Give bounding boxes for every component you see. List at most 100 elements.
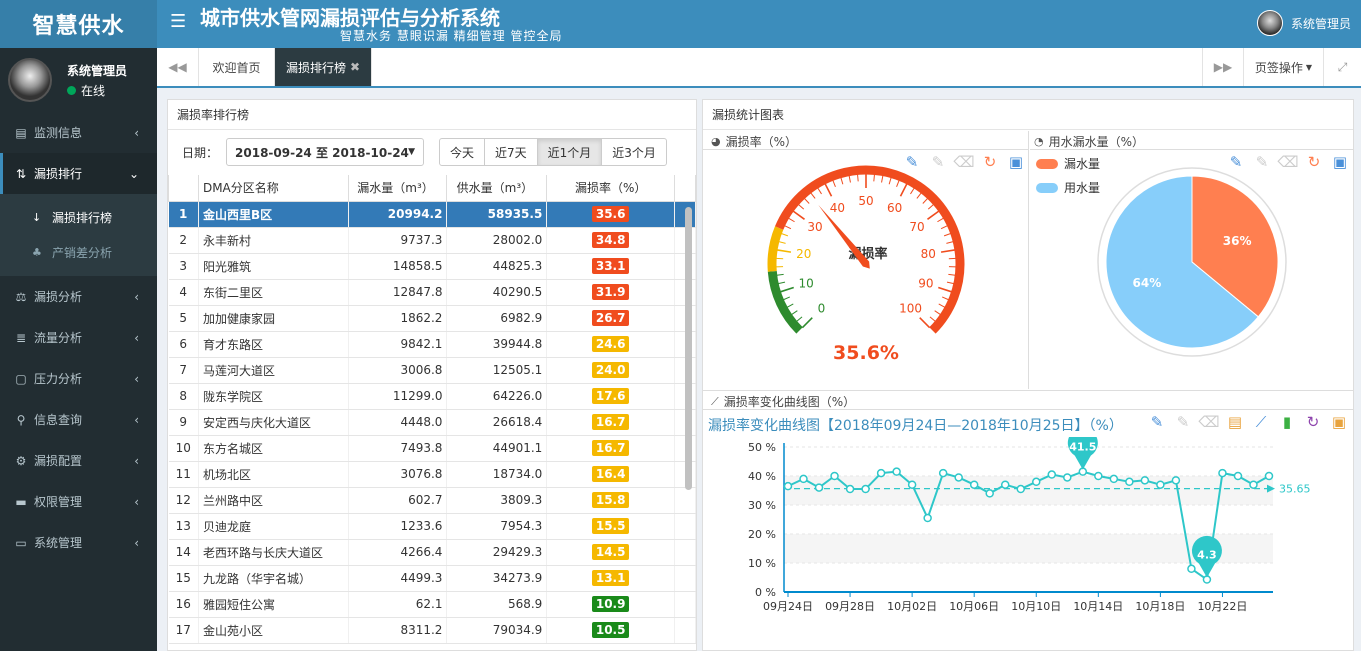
header-user-menu[interactable]: 系统管理员	[1256, 10, 1351, 36]
leak-rate-badge: 16.7	[591, 414, 630, 430]
app-logo[interactable]: 智慧供水	[0, 0, 157, 48]
row-leak-volume: 4448.0	[348, 409, 448, 436]
data-view-icon[interactable]: ▤	[1222, 413, 1248, 431]
x-tick-label: 10月22日	[1197, 600, 1247, 613]
leak-rate-badge: 10.9	[591, 596, 630, 612]
today-button[interactable]: 今天	[439, 138, 486, 166]
mark-undo-icon[interactable]: ✎	[1170, 413, 1196, 431]
table-row[interactable]: 16 雅园短住公寓 62.1 568.9 10.9	[168, 591, 696, 618]
ranking-panel-title: 漏损率排行榜	[168, 100, 696, 130]
date-range-select[interactable]: 2018-09-24 至 2018-10-24 ▼	[226, 138, 425, 166]
row-dma-name: 加加健康家园	[198, 305, 349, 332]
table-row[interactable]: 7 马莲河大道区 3006.8 12505.1 24.0	[168, 357, 696, 384]
sidebar-item-leak-config[interactable]: ⚙ 漏损配置 ‹	[0, 440, 157, 481]
table-row[interactable]: 11 机场北区 3076.8 18734.0 16.4	[168, 461, 696, 488]
menu-icon[interactable]: ☰	[170, 11, 186, 32]
leak-rate-badge: 14.5	[591, 544, 630, 560]
row-leak-volume: 11299.0	[348, 383, 448, 410]
col-leak-rate[interactable]: 漏损率（%）	[546, 175, 676, 202]
sidebar-item-info-query[interactable]: ⚲ 信息查询 ‹	[0, 399, 157, 440]
sidebar-subitem-sales-diff[interactable]: ♣ 产销差分析	[0, 235, 157, 270]
tab-scroll-right-button[interactable]: ▶▶	[1202, 48, 1244, 86]
sidebar-item-permission[interactable]: ▬ 权限管理 ‹	[0, 481, 157, 522]
table-row[interactable]: 2 永丰新村 9737.3 28002.0 34.8	[168, 227, 696, 254]
row-supply-volume: 29429.3	[446, 539, 548, 566]
tab-home[interactable]: 欢迎首页	[199, 48, 275, 86]
data-point	[1218, 468, 1227, 478]
gauge-tick	[873, 174, 875, 182]
row-index: 1	[168, 201, 199, 228]
keyboard-icon: ▬	[15, 494, 27, 509]
row-dma-name: 九龙路（华宇名城）	[198, 565, 349, 592]
mark-clear-icon[interactable]: ⌫	[1196, 413, 1222, 431]
tab-leak-rank[interactable]: 漏损排行榜 ✖	[275, 48, 372, 86]
table-row[interactable]: 5 加加健康家园 1862.2 6982.9 26.7	[168, 305, 696, 332]
quick-range-group: 今天 近7天 近1个月 近3个月	[439, 138, 667, 166]
row-index: 15	[168, 565, 199, 592]
row-leak-volume: 20994.2	[348, 201, 448, 228]
restore-icon[interactable]: ↻	[1300, 413, 1326, 431]
col-leak-volume[interactable]: 漏水量（m³）	[347, 175, 448, 202]
gauge-tick	[899, 183, 908, 197]
table-row[interactable]: 3 阳光雅筑 14858.5 44825.3 33.1	[168, 253, 696, 280]
fullscreen-button[interactable]: ⤢	[1324, 48, 1361, 86]
table-row[interactable]: 1 金山西里B区 20994.2 58935.5 35.6	[168, 201, 696, 228]
row-supply-volume: 12505.1	[446, 357, 548, 384]
row-dma-name: 育才东路区	[198, 331, 349, 358]
sidebar-subitem-rank-list[interactable]: ↓ 漏损排行榜	[0, 200, 157, 235]
table-row[interactable]: 13 贝迪龙庭 1233.6 7954.3 15.5	[168, 513, 696, 540]
doc-icon: ▢	[15, 371, 27, 386]
line-switch-icon[interactable]: ⟋	[1248, 413, 1274, 431]
sidebar-item-monitor[interactable]: ▤ 监测信息 ‹	[0, 112, 157, 153]
save-image-icon[interactable]: ▣	[1326, 413, 1352, 431]
tab-ops-dropdown[interactable]: 页签操作 ▼	[1244, 48, 1324, 86]
data-point	[1063, 473, 1072, 482]
row-supply-volume: 28002.0	[446, 227, 548, 254]
row-dma-name: 金山苑小区	[198, 617, 349, 644]
sidebar-subitem-label: 产销差分析	[52, 246, 113, 260]
row-index: 9	[168, 409, 199, 436]
last-month-button[interactable]: 近1个月	[536, 138, 603, 166]
row-index: 16	[168, 591, 199, 618]
row-leak-rate: 35.6	[546, 201, 676, 228]
gauge-tick	[776, 249, 792, 253]
sidebar-item-pressure-analysis[interactable]: ▢ 压力分析 ‹	[0, 358, 157, 399]
table-row[interactable]: 9 安定西与庆化大道区 4448.0 26618.4 16.7	[168, 409, 696, 436]
mark-pen-icon[interactable]: ✎	[1144, 413, 1170, 431]
sidebar-item-leak-analysis[interactable]: ⚖ 漏损分析 ‹	[0, 276, 157, 317]
tab-scroll-left-button[interactable]: ◀◀	[157, 48, 199, 86]
table-row[interactable]: 14 老西环路与长庆大道区 4266.4 29429.3 14.5	[168, 539, 696, 566]
gauge-tick	[919, 317, 931, 329]
col-index	[168, 175, 199, 202]
gauge-tick	[938, 286, 952, 293]
table-row[interactable]: 8 陇东学院区 11299.0 64226.0 17.6	[168, 383, 696, 410]
data-point	[1187, 564, 1196, 574]
last-3-months-button[interactable]: 近3个月	[601, 138, 667, 166]
date-filter: 日期： 2018-09-24 至 2018-10-24 ▼	[182, 138, 425, 166]
table-row[interactable]: 12 兰州路中区 602.7 3809.3 15.8	[168, 487, 696, 514]
col-dma-name[interactable]: DMA分区名称	[197, 175, 349, 202]
gauge-tick	[788, 217, 795, 223]
table-scrollbar[interactable]	[685, 207, 692, 490]
data-point	[954, 473, 963, 482]
sidebar-item-label: 权限管理	[34, 495, 83, 509]
date-range-value: 2018-09-24 至 2018-10-24	[235, 145, 409, 160]
close-icon[interactable]: ✖	[350, 60, 360, 74]
sidebar-item-flow-analysis[interactable]: ≣ 流量分析 ‹	[0, 317, 157, 358]
gauge-tick-label: 40	[830, 201, 845, 215]
last-7-days-button[interactable]: 近7天	[484, 138, 538, 166]
col-supply-volume[interactable]: 供水量（m³）	[446, 175, 548, 202]
gauge-tick	[934, 310, 941, 316]
table-row[interactable]: 15 九龙路（华宇名城） 4499.3 34273.9 13.1	[168, 565, 696, 592]
sidebar-item-leak-rank[interactable]: ⇅ 漏损排行 ⌄	[0, 153, 157, 194]
table-row[interactable]: 17 金山苑小区 8311.2 79034.9 10.5	[168, 617, 696, 644]
row-index: 5	[168, 305, 199, 332]
table-row[interactable]: 6 育才东路区 9842.1 39944.8 24.6	[168, 331, 696, 358]
bar-switch-icon[interactable]: ▮	[1274, 413, 1300, 431]
sidebar-item-system[interactable]: ▭ 系统管理 ‹	[0, 522, 157, 563]
table-row[interactable]: 10 东方名城区 7493.8 44901.1 16.7	[168, 435, 696, 462]
gauge-tick	[857, 174, 859, 182]
row-leak-rate: 26.7	[546, 305, 676, 332]
status-label: 在线	[81, 84, 106, 98]
table-row[interactable]: 4 东街二里区 12847.8 40290.5 31.9	[168, 279, 696, 306]
